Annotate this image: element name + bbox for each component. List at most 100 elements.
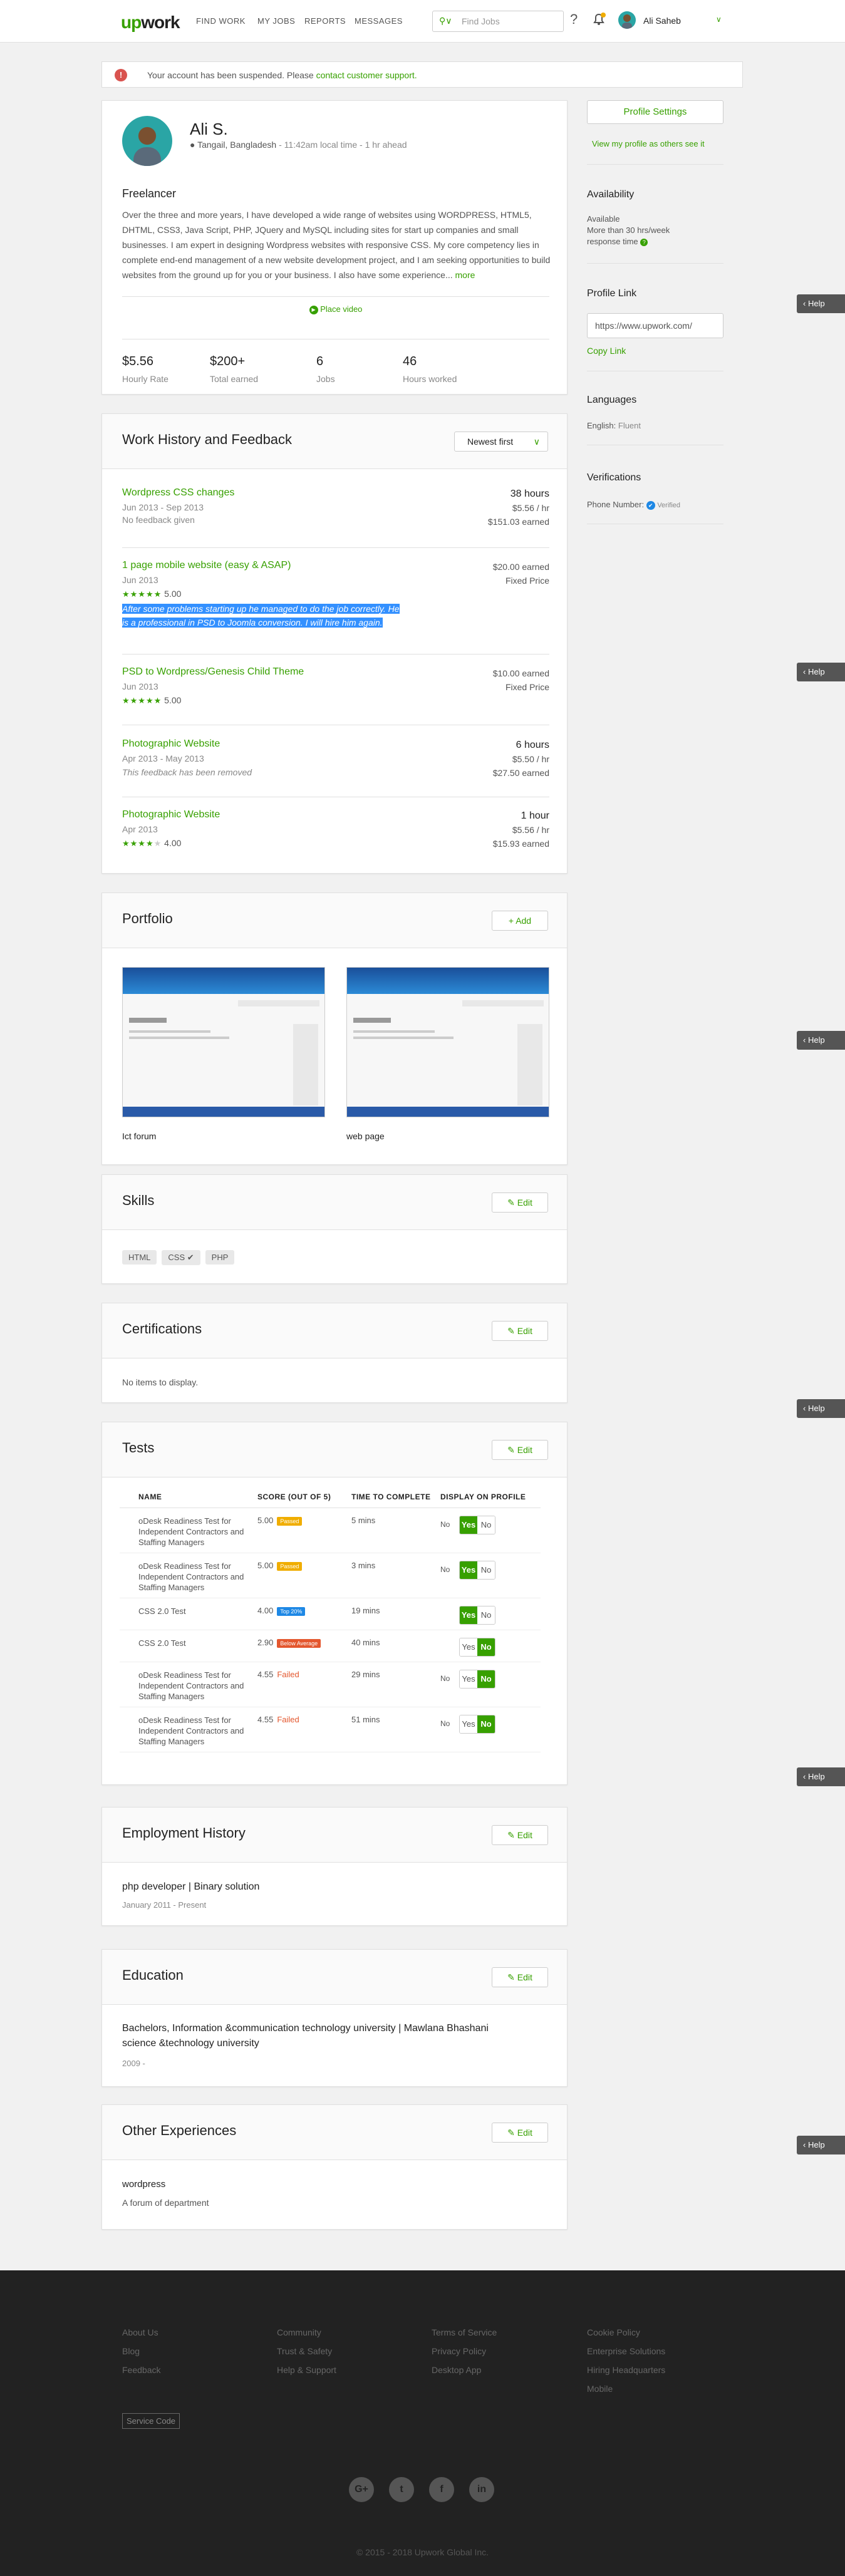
info-icon[interactable]: ? <box>640 239 648 246</box>
copy-link[interactable]: Copy Link <box>587 346 626 356</box>
footer-link[interactable]: Desktop App <box>432 2361 497 2379</box>
footer-link[interactable]: Mobile <box>587 2379 665 2398</box>
work-item-earnings: $20.00 earned Fixed Price <box>493 560 549 587</box>
no-option[interactable]: No <box>477 1670 495 1688</box>
edit-certifications-button[interactable]: ✎ Edit <box>492 1321 548 1341</box>
portfolio-caption[interactable]: Ict forum <box>122 1131 156 1141</box>
footer-link[interactable]: Blog <box>122 2342 160 2361</box>
edit-other-button[interactable]: ✎ Edit <box>492 2123 548 2143</box>
display-toggle[interactable]: Yes No <box>459 1561 495 1580</box>
edit-education-button[interactable]: ✎ Edit <box>492 1967 548 1987</box>
help-tab[interactable]: ‹ Help <box>797 663 845 681</box>
upwork-logo[interactable]: upwork <box>121 13 180 33</box>
nav-my-jobs[interactable]: MY JOBS <box>257 16 295 26</box>
display-toggle[interactable]: Yes No <box>459 1516 495 1534</box>
footer-link[interactable]: Privacy Policy <box>432 2342 497 2361</box>
google-plus-icon[interactable]: G+ <box>349 2477 374 2502</box>
user-name[interactable]: Ali Saheb <box>643 16 681 26</box>
portfolio-caption[interactable]: web page <box>346 1131 385 1141</box>
add-portfolio-button[interactable]: + Add <box>492 911 548 931</box>
skill-tag[interactable]: CSS ✔ <box>162 1250 200 1265</box>
stat-value: $5.56 <box>122 354 154 368</box>
place-video-button[interactable]: ▶ Place video <box>122 296 549 314</box>
search-box[interactable]: ⚲∨ Find Jobs <box>432 11 564 32</box>
yes-option[interactable]: Yes <box>460 1638 477 1656</box>
footer-link[interactable]: Hiring Headquarters <box>587 2361 665 2379</box>
facebook-icon[interactable]: f <box>429 2477 454 2502</box>
no-option[interactable]: No <box>477 1516 495 1534</box>
footer-link[interactable]: About Us <box>122 2323 160 2342</box>
contact-support-link[interactable]: contact customer support. <box>316 70 417 80</box>
table-row: oDesk Readiness Test for Independent Con… <box>120 1553 541 1598</box>
footer-link[interactable]: Community <box>277 2323 336 2342</box>
display-value: No <box>440 1674 450 1684</box>
tests-table: NAME SCORE (OUT OF 5) TIME TO COMPLETE D… <box>120 1492 541 1752</box>
service-code-button[interactable]: Service Code <box>122 2413 180 2429</box>
star-rating-icon: ★★★★★ <box>122 696 162 705</box>
footer-link[interactable]: Cookie Policy <box>587 2323 665 2342</box>
footer-link[interactable]: Trust & Safety <box>277 2342 336 2361</box>
work-item-title[interactable]: Wordpress CSS changes <box>122 487 549 499</box>
test-name[interactable]: oDesk Readiness Test for Independent Con… <box>138 1553 257 1598</box>
education-card: Education ✎ Edit Bachelors, Information … <box>101 1949 568 2087</box>
help-tab[interactable]: ‹ Help <box>797 2136 845 2154</box>
help-tab[interactable]: ‹ Help <box>797 1399 845 1418</box>
test-name[interactable]: CSS 2.0 Test <box>138 1630 257 1662</box>
twitter-icon[interactable]: t <box>389 2477 414 2502</box>
display-toggle[interactable]: Yes No <box>459 1638 495 1657</box>
profile-settings-button[interactable]: Profile Settings <box>587 100 723 124</box>
work-hours: 6 hours <box>516 740 549 750</box>
sort-dropdown[interactable]: Newest first ∨ <box>454 432 548 452</box>
footer-link[interactable]: Enterprise Solutions <box>587 2342 665 2361</box>
display-toggle[interactable]: Yes No <box>459 1670 495 1689</box>
work-item-title[interactable]: Photographic Website <box>122 809 549 820</box>
footer-link[interactable]: Help & Support <box>277 2361 336 2379</box>
yes-option[interactable]: Yes <box>460 1561 477 1579</box>
nav-find-work[interactable]: FIND WORK <box>196 16 246 26</box>
work-item-title[interactable]: PSD to Wordpress/Genesis Child Theme <box>122 666 549 678</box>
nav-reports[interactable]: REPORTS <box>304 16 346 26</box>
edit-employment-button[interactable]: ✎ Edit <box>492 1825 548 1845</box>
no-option[interactable]: No <box>477 1715 495 1733</box>
no-option[interactable]: No <box>477 1561 495 1579</box>
user-avatar[interactable] <box>618 11 636 29</box>
footer-link[interactable]: Terms of Service <box>432 2323 497 2342</box>
portfolio-thumbnail[interactable] <box>346 967 549 1117</box>
test-name[interactable]: oDesk Readiness Test for Independent Con… <box>138 1707 257 1752</box>
display-toggle[interactable]: Yes No <box>459 1715 495 1734</box>
profile-link-field[interactable]: https://www.upwork.com/ <box>587 313 723 338</box>
notification-bell-icon[interactable] <box>592 13 606 26</box>
edit-tests-button[interactable]: ✎ Edit <box>492 1440 548 1460</box>
skill-tag[interactable]: HTML <box>122 1250 157 1265</box>
chevron-left-icon: ‹ <box>803 667 806 676</box>
help-icon[interactable]: ? <box>570 11 578 28</box>
test-name[interactable]: oDesk Readiness Test for Independent Con… <box>138 1508 257 1553</box>
view-profile-link[interactable]: View my profile as others see it <box>592 139 705 148</box>
linkedin-icon[interactable]: in <box>469 2477 494 2502</box>
yes-option[interactable]: Yes <box>460 1516 477 1534</box>
more-link[interactable]: more <box>455 270 475 280</box>
footer-link[interactable]: Feedback <box>122 2361 160 2379</box>
nav-messages[interactable]: MESSAGES <box>355 16 403 26</box>
yes-option[interactable]: Yes <box>460 1606 477 1624</box>
work-earned: $10.00 earned <box>492 668 549 678</box>
help-tab[interactable]: ‹ Help <box>797 1031 845 1050</box>
edit-skills-button[interactable]: ✎ Edit <box>492 1192 548 1213</box>
no-option[interactable]: No <box>477 1606 495 1624</box>
skill-tag[interactable]: PHP <box>205 1250 235 1265</box>
yes-option[interactable]: Yes <box>460 1670 477 1688</box>
test-name[interactable]: oDesk Readiness Test for Independent Con… <box>138 1662 257 1707</box>
help-tab[interactable]: ‹ Help <box>797 1767 845 1786</box>
work-item-title[interactable]: 1 page mobile website (easy & ASAP) <box>122 560 549 571</box>
portfolio-thumbnail[interactable] <box>122 967 325 1117</box>
work-item-dates: Jun 2013 <box>122 681 158 691</box>
yes-option[interactable]: Yes <box>460 1715 477 1733</box>
chevron-down-icon[interactable]: ∨ <box>716 15 722 24</box>
display-value: No <box>440 1719 450 1729</box>
help-tab[interactable]: ‹ Help <box>797 294 845 313</box>
search-input[interactable]: Find Jobs <box>462 16 500 26</box>
no-option[interactable]: No <box>477 1638 495 1656</box>
work-item-title[interactable]: Photographic Website <box>122 738 549 750</box>
test-name[interactable]: CSS 2.0 Test <box>138 1598 257 1630</box>
display-toggle[interactable]: Yes No <box>459 1606 495 1625</box>
